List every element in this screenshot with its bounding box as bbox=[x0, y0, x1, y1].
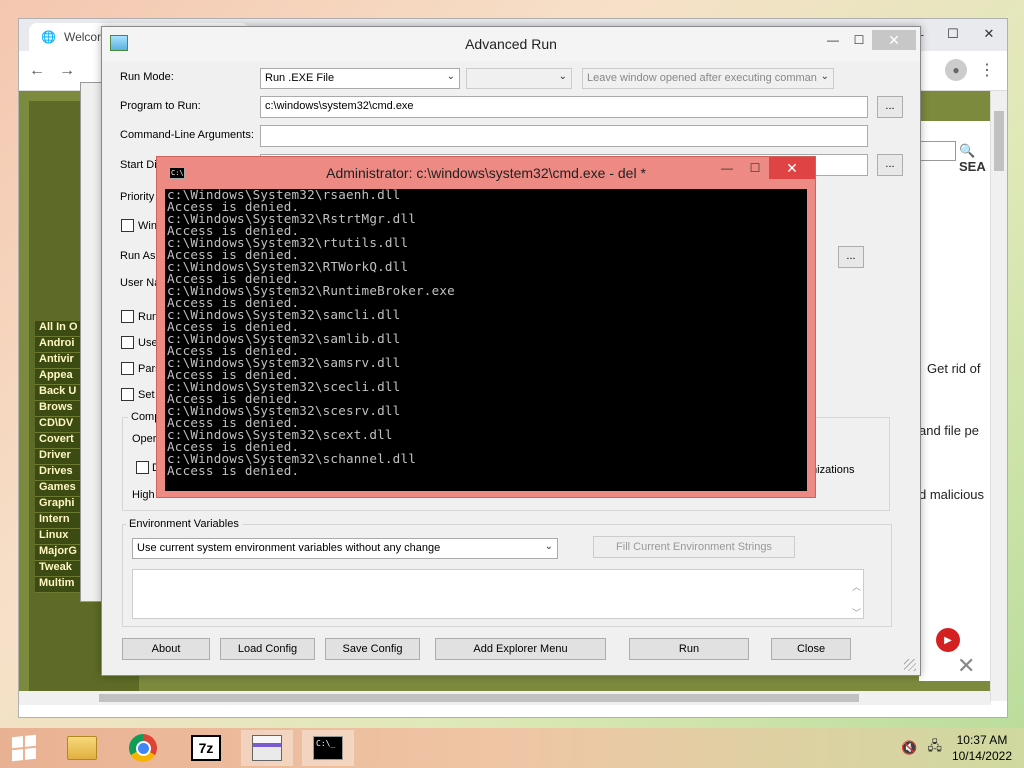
menu-dots-icon[interactable]: ⋮ bbox=[979, 60, 995, 80]
secondary-select[interactable]: ⌄ bbox=[466, 68, 572, 89]
profile-avatar-icon[interactable]: ● bbox=[945, 59, 967, 81]
system-tray: 🔇 🖧 10:37 AM 10/14/2022 bbox=[901, 732, 1012, 764]
run-mode-label: Run Mode: bbox=[120, 71, 174, 83]
taskbar-command-prompt[interactable]: C:\_ bbox=[302, 730, 354, 766]
environment-group-label: Environment Variables bbox=[126, 518, 242, 530]
run-as-label: Run As bbox=[120, 250, 156, 262]
window-behavior-select[interactable]: Leave window opened after executing comm… bbox=[582, 68, 834, 89]
globe-icon: 🌐 bbox=[41, 30, 56, 44]
chrome-icon bbox=[129, 734, 157, 762]
load-config-button[interactable]: Load Config bbox=[220, 638, 315, 660]
vertical-scrollbar[interactable] bbox=[990, 91, 1007, 701]
file-explorer-icon bbox=[67, 736, 97, 760]
args-input[interactable] bbox=[260, 125, 868, 147]
chevron-down-icon: ⌄ bbox=[544, 541, 553, 552]
chevron-down-icon: ⌄ bbox=[446, 71, 455, 82]
clock-date: 10/14/2022 bbox=[951, 749, 1012, 763]
environment-textarea[interactable]: ︿ ﹀ bbox=[132, 569, 864, 619]
close-icon[interactable]: ✕ bbox=[872, 30, 916, 50]
chevron-down-icon: ⌄ bbox=[558, 71, 567, 82]
taskbar-advanced-run[interactable] bbox=[241, 730, 293, 766]
start-dir-label: Start Di bbox=[120, 159, 157, 171]
run-mode-select[interactable]: Run .EXE File ⌄ bbox=[260, 68, 460, 89]
close-button[interactable]: Close bbox=[771, 638, 851, 660]
taskbar-chrome[interactable] bbox=[117, 730, 169, 766]
fill-environment-button[interactable]: Fill Current Environment Strings bbox=[593, 536, 795, 558]
user-name-label: User Na bbox=[120, 277, 161, 289]
site-text: d malicious bbox=[919, 487, 985, 502]
priority-label: Priority bbox=[120, 191, 155, 203]
start-button[interactable] bbox=[0, 730, 48, 766]
taskbar: 7z C:\_ 🔇 🖧 10:37 AM 10/14/2022 bbox=[0, 728, 1024, 768]
close-icon[interactable]: ✕ bbox=[971, 19, 1007, 49]
environment-select[interactable]: Use current system environment variables… bbox=[132, 538, 558, 559]
set-checkbox[interactable] bbox=[121, 388, 134, 401]
maximize-icon[interactable]: ☐ bbox=[935, 19, 971, 49]
windows-logo-icon bbox=[12, 734, 36, 762]
console-output[interactable]: c:\Windows\System32\rsaenh.dll Access is… bbox=[165, 189, 807, 491]
args-label: Command-Line Arguments: bbox=[120, 129, 254, 141]
forward-arrow-icon[interactable]: → bbox=[59, 62, 75, 80]
minimize-icon[interactable]: — bbox=[713, 157, 741, 179]
window-behavior-value: Leave window opened after executing comm… bbox=[587, 72, 817, 84]
window-checkbox[interactable] bbox=[121, 219, 134, 232]
youtube-icon[interactable]: ▶ bbox=[936, 628, 960, 652]
run-button[interactable]: Run bbox=[629, 638, 749, 660]
run-checkbox[interactable] bbox=[121, 310, 134, 323]
set-checkbox-label: Set bbox=[138, 389, 155, 401]
run-mode-value: Run .EXE File bbox=[265, 72, 335, 84]
maximize-icon[interactable]: ☐ bbox=[846, 30, 872, 50]
back-arrow-icon[interactable]: ← bbox=[29, 62, 45, 80]
ad-close-icon[interactable]: ✕ bbox=[957, 653, 975, 679]
advanced-run-icon bbox=[252, 735, 282, 761]
high-dpi-label: High bbox=[132, 489, 155, 501]
site-search-button[interactable]: 🔍SEA bbox=[959, 143, 991, 174]
close-icon[interactable]: ✕ bbox=[769, 157, 815, 179]
clock[interactable]: 10:37 AM 10/14/2022 bbox=[952, 732, 1012, 764]
browse-dir-button[interactable]: ... bbox=[877, 154, 903, 176]
textarea-scroll-arrows[interactable]: ︿ ﹀ bbox=[852, 574, 861, 626]
command-prompt-icon: C:\_ bbox=[313, 736, 343, 760]
save-config-button[interactable]: Save Config bbox=[325, 638, 420, 660]
taskbar-file-explorer[interactable] bbox=[56, 730, 108, 766]
volume-muted-icon[interactable]: 🔇 bbox=[901, 740, 917, 756]
cmd-window: C:\ Administrator: c:\windows\system32\c… bbox=[156, 156, 816, 498]
network-icon[interactable]: 🖧 bbox=[927, 737, 942, 759]
program-input[interactable]: c:\windows\system32\cmd.exe bbox=[260, 96, 868, 118]
browse-program-button[interactable]: ... bbox=[877, 96, 903, 118]
use-checkbox-label: Use bbox=[138, 337, 158, 349]
site-text: and file pe bbox=[919, 423, 979, 438]
use-checkbox[interactable] bbox=[121, 336, 134, 349]
minimize-icon[interactable]: — bbox=[820, 30, 846, 50]
taskbar-7zip[interactable]: 7z bbox=[180, 730, 232, 766]
parse-checkbox[interactable] bbox=[121, 362, 134, 375]
cmd-window-controls: — ☐ ✕ bbox=[713, 157, 815, 179]
clock-time: 10:37 AM bbox=[956, 733, 1008, 747]
add-explorer-menu-button[interactable]: Add Explorer Menu bbox=[435, 638, 606, 660]
window-controls: — ☐ ✕ bbox=[820, 30, 916, 50]
operating-system-label: Oper bbox=[132, 433, 157, 445]
tab-title: Welcon bbox=[63, 30, 104, 44]
program-label: Program to Run: bbox=[120, 100, 201, 112]
horizontal-scrollbar[interactable] bbox=[19, 691, 991, 705]
maximize-icon[interactable]: ☐ bbox=[741, 157, 769, 179]
resize-grip[interactable] bbox=[904, 659, 916, 671]
advanced-run-titlebar: Advanced Run — ☐ ✕ bbox=[102, 27, 920, 61]
site-right-column: Get rid of and file pe d malicious bbox=[919, 121, 991, 681]
environment-select-value: Use current system environment variables… bbox=[137, 542, 441, 554]
about-button[interactable]: About bbox=[122, 638, 210, 660]
window-title: Advanced Run bbox=[465, 36, 557, 52]
browse-runas-button[interactable]: ... bbox=[838, 246, 864, 268]
cmd-titlebar: C:\ Administrator: c:\windows\system32\c… bbox=[157, 157, 815, 189]
chevron-down-icon: ⌄ bbox=[820, 71, 829, 82]
disable-checkbox[interactable] bbox=[136, 461, 149, 474]
console-line: Access is denied. bbox=[167, 463, 300, 478]
site-text: Get rid of bbox=[927, 361, 981, 376]
7zip-icon: 7z bbox=[191, 735, 221, 761]
